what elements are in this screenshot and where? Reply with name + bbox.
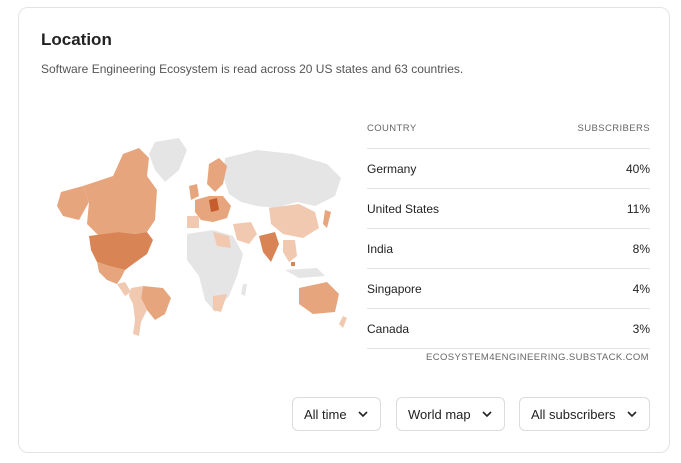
map-australia xyxy=(299,282,339,314)
map-brazil xyxy=(141,286,171,320)
table-row: Canada 3% xyxy=(367,309,650,349)
map-china xyxy=(269,204,319,238)
card-title: Location xyxy=(41,30,112,49)
map-india xyxy=(259,232,279,262)
world-map xyxy=(57,138,347,336)
chevron-down-icon xyxy=(626,408,638,420)
time-range-dropdown[interactable]: All time xyxy=(292,397,381,431)
country-table: COUNTRY SUBSCRIBERS Germany 40% United S… xyxy=(367,108,650,349)
subscriber-share: 40% xyxy=(625,161,650,176)
subscriber-share: 8% xyxy=(632,241,650,256)
map-iberia xyxy=(187,216,199,228)
map-alaska xyxy=(57,186,89,220)
audience-dropdown[interactable]: All subscribers xyxy=(519,397,650,431)
table-row: Germany 40% xyxy=(367,149,650,189)
column-header-country: COUNTRY xyxy=(367,122,417,134)
map-middle-east xyxy=(233,222,257,244)
subscriber-share: 3% xyxy=(632,321,650,336)
country-name: Germany xyxy=(367,161,417,176)
subscriber-share: 4% xyxy=(632,281,650,296)
map-greenland xyxy=(149,138,187,182)
subscriber-share: 11% xyxy=(626,201,650,216)
map-indonesia xyxy=(285,268,325,278)
country-name: United States xyxy=(367,201,440,216)
country-name: Canada xyxy=(367,321,410,336)
table-row: Singapore 4% xyxy=(367,269,650,309)
country-name: India xyxy=(367,241,394,256)
view-label: World map xyxy=(408,406,471,422)
map-new-zealand xyxy=(339,316,347,328)
map-south-africa xyxy=(213,294,227,312)
country-name: Singapore xyxy=(367,281,422,296)
table-row: United States 11% xyxy=(367,189,650,229)
map-uk xyxy=(189,184,199,200)
map-madagascar xyxy=(241,284,247,296)
chevron-down-icon xyxy=(481,408,493,420)
location-card: Location Software Engineering Ecosystem … xyxy=(18,7,670,453)
map-russia xyxy=(223,150,341,208)
map-canada xyxy=(83,148,157,236)
column-header-subscribers: SUBSCRIBERS xyxy=(577,122,650,134)
chevron-down-icon xyxy=(357,408,369,420)
source-domain: ECOSYSTEM4ENGINEERING.SUBSTACK.COM xyxy=(426,352,649,363)
table-header: COUNTRY SUBSCRIBERS xyxy=(367,108,650,149)
map-scandinavia xyxy=(207,158,227,192)
view-dropdown[interactable]: World map xyxy=(396,397,505,431)
time-range-label: All time xyxy=(304,406,347,422)
map-singapore xyxy=(291,262,295,266)
map-southeast-asia xyxy=(283,240,297,262)
map-japan xyxy=(323,210,331,228)
map-central-america xyxy=(117,282,131,296)
card-subtitle: Software Engineering Ecosystem is read a… xyxy=(41,62,464,76)
audience-label: All subscribers xyxy=(531,406,616,422)
table-row: India 8% xyxy=(367,229,650,269)
